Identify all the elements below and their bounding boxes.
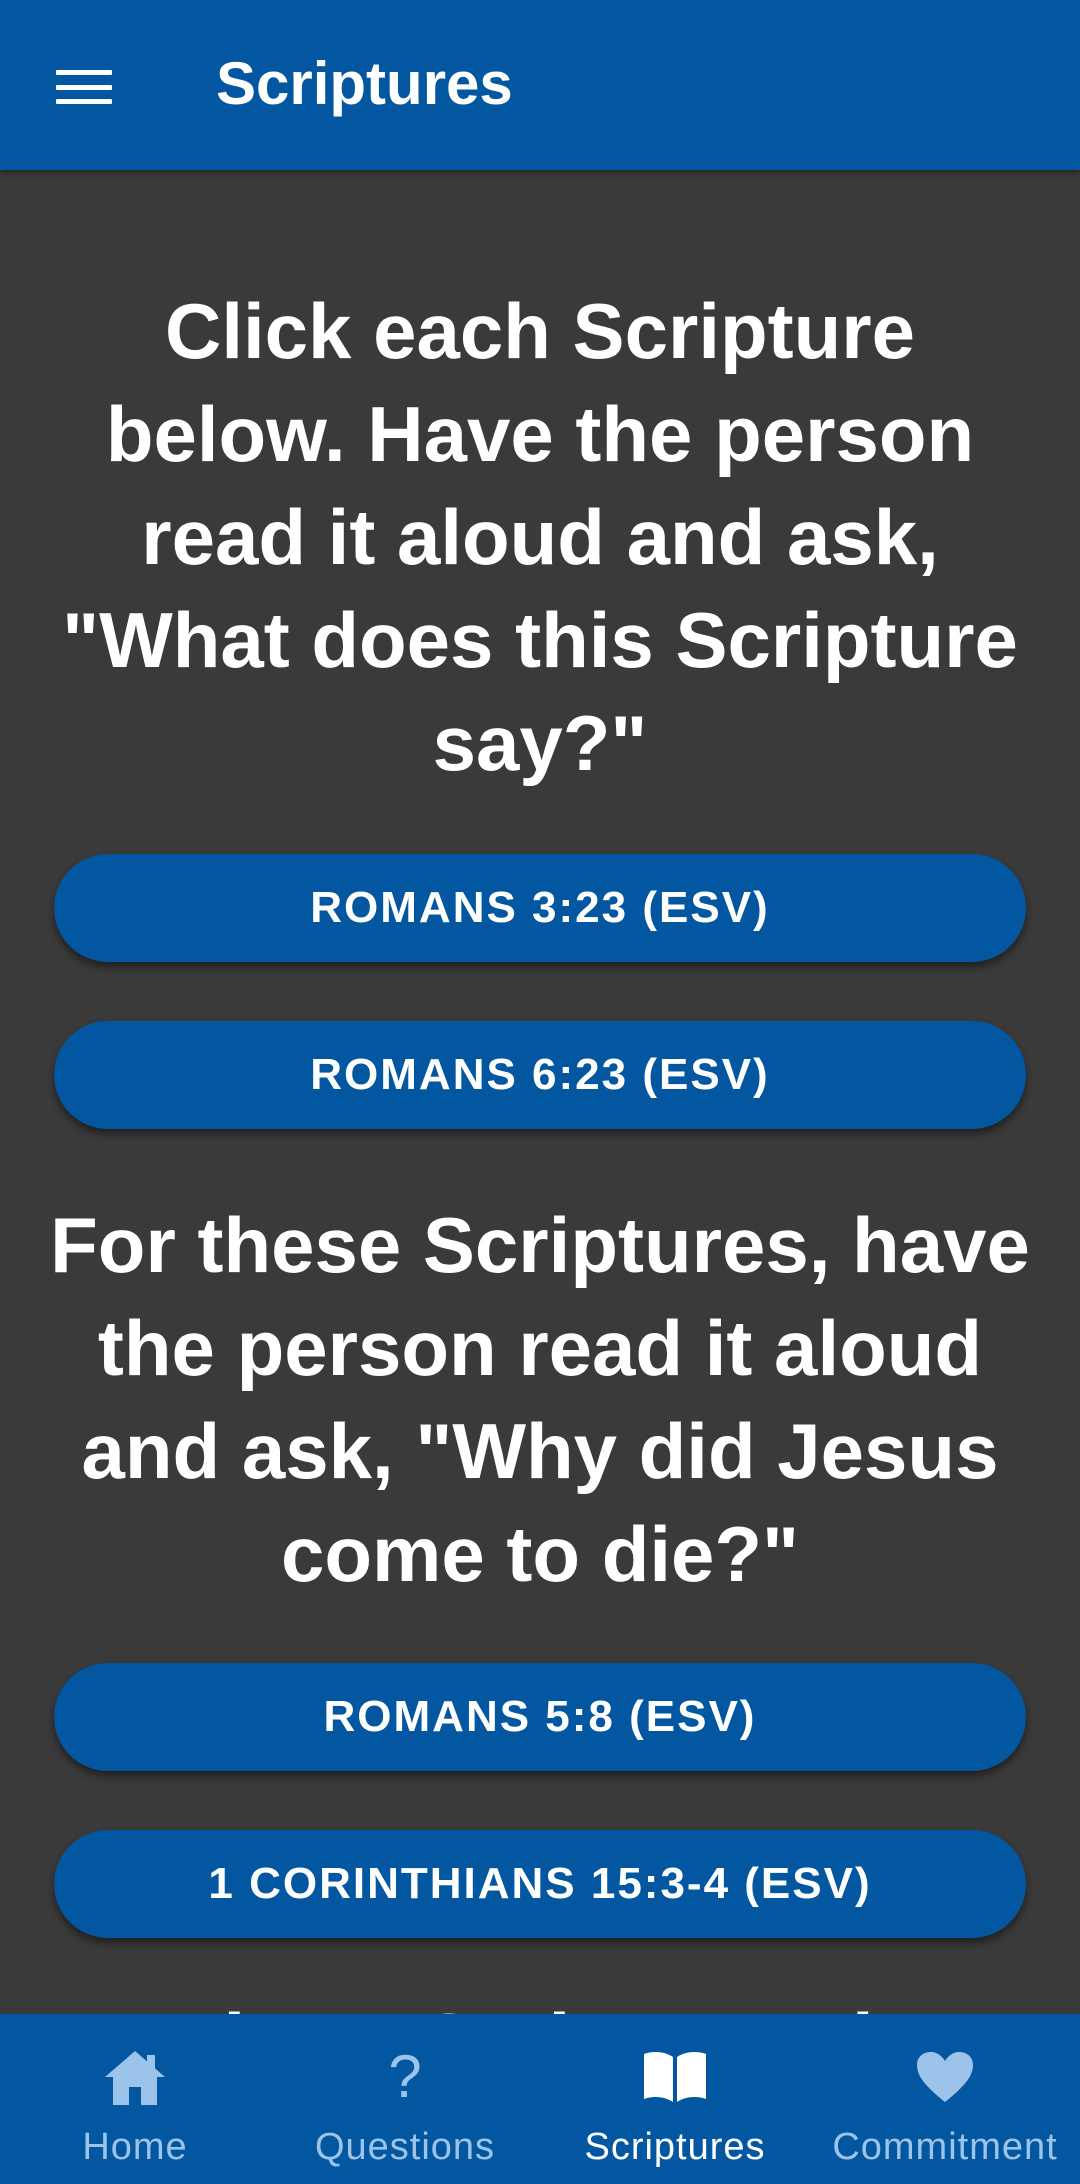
nav-label-home: Home: [82, 2126, 188, 2168]
instruction-text-3: For these Scriptures, have the person: [40, 1990, 1040, 2014]
page-title: Scriptures: [216, 50, 513, 117]
hamburger-menu-icon[interactable]: [56, 70, 112, 104]
instruction-text-1: Click each Scripture below. Have the per…: [62, 287, 1018, 787]
romans-5-8-button[interactable]: ROMANS 5:8 (ESV): [54, 1663, 1026, 1771]
romans-3-23-button[interactable]: ROMANS 3:23 (ESV): [54, 854, 1026, 962]
menu-line: [56, 84, 112, 90]
nav-label-scriptures: Scriptures: [584, 2126, 766, 2168]
home-icon: [102, 2046, 168, 2108]
menu-line: [56, 99, 112, 104]
heart-icon: [912, 2046, 978, 2108]
bottom-navigation: Home ? Questions Scriptures Commitment: [0, 2014, 1080, 2184]
nav-item-questions[interactable]: ? Questions: [270, 2014, 540, 2184]
nav-label-commitment: Commitment: [832, 2126, 1058, 2168]
nav-item-home[interactable]: Home: [0, 2014, 270, 2184]
app-bar: Scriptures: [0, 0, 1080, 170]
nav-item-scriptures[interactable]: Scriptures: [540, 2014, 810, 2184]
menu-line: [56, 70, 112, 75]
romans-6-23-button[interactable]: ROMANS 6:23 (ESV): [54, 1021, 1026, 1129]
instruction-text-2: For these Scriptures, have the person re…: [50, 1201, 1030, 1598]
1-corinthians-15-3-4-button[interactable]: 1 CORINTHIANS 15:3-4 (ESV): [54, 1830, 1026, 1938]
nav-item-commitment[interactable]: Commitment: [810, 2014, 1080, 2184]
question-mark-icon: ?: [388, 2043, 422, 2110]
nav-label-questions: Questions: [314, 2126, 496, 2168]
open-book-icon: [642, 2046, 708, 2108]
scripture-content[interactable]: Click each Scripture below. Have the per…: [0, 170, 1080, 2014]
